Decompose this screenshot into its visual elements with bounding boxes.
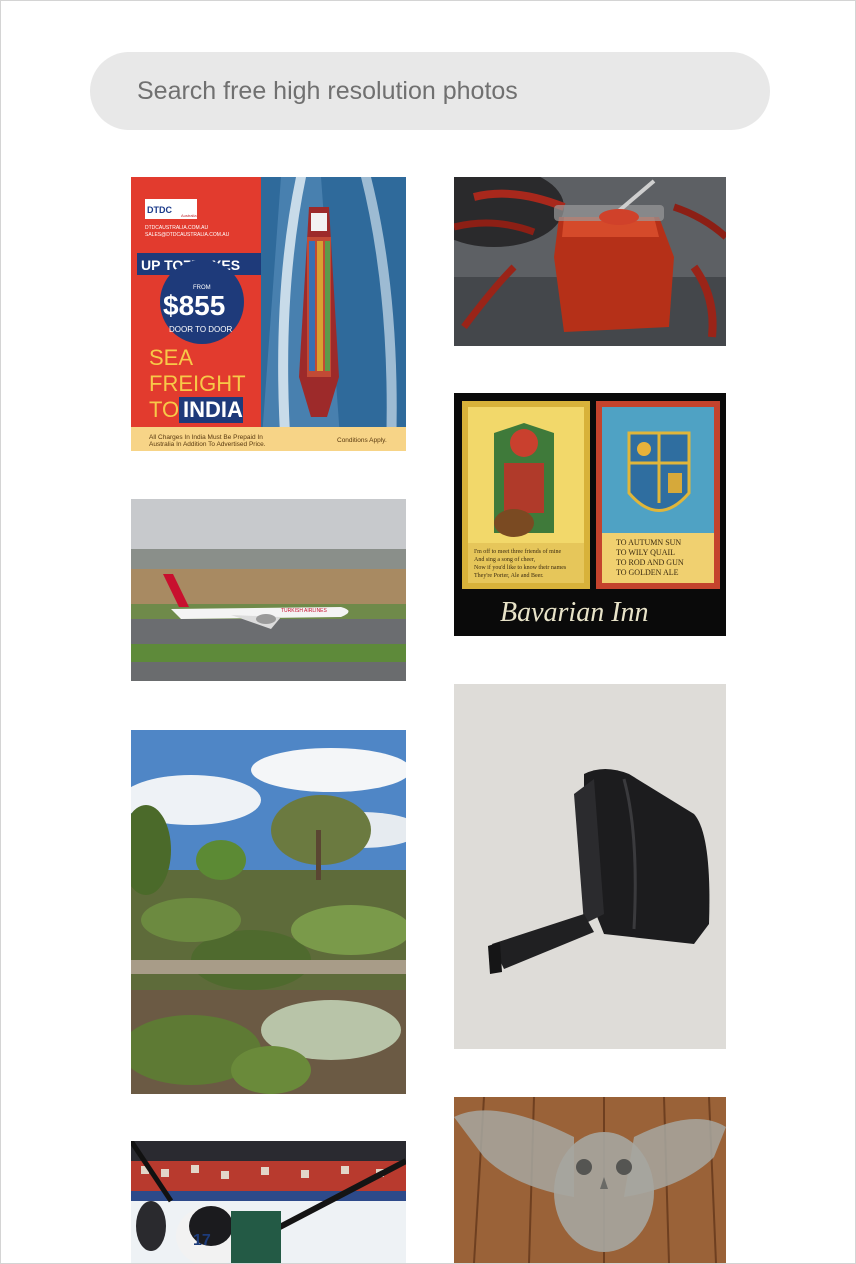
chili-jam-image — [454, 177, 726, 346]
left-verse-3: Now if you'd like to know their names — [474, 564, 567, 571]
ad-line1: DTDCAUSTRALIA.COM.AU — [145, 225, 208, 231]
right-verse-4: TO GOLDEN ALE — [616, 568, 679, 577]
search-input[interactable]: Search free high resolution photos — [90, 52, 770, 130]
left-verse-4: They're Porter, Ale and Beer. — [474, 573, 544, 579]
black-bracket-image — [454, 684, 726, 1049]
ad-india: INDIA — [183, 397, 243, 422]
left-verse-2: And sing a song of cheer, — [474, 556, 536, 563]
photo-shipping-ad[interactable]: DTDC Australia DTDCAUSTRALIA.COM.AU SALE… — [131, 177, 406, 451]
photo-bavarian-inn[interactable]: I'm off to meet three friends of mine An… — [454, 393, 726, 636]
photo-airplane[interactable]: TURKISH AIRLINES — [131, 499, 406, 681]
garden-image — [131, 730, 406, 1094]
right-verse-3: TO ROD AND GUN — [616, 558, 684, 567]
hockey-image: 17 — [131, 1141, 406, 1263]
ad-conditions: Conditions Apply. — [337, 437, 387, 444]
photo-garden[interactable] — [131, 730, 406, 1094]
ad-freight: FREIGHT — [149, 371, 246, 396]
ad-price: $855 — [163, 290, 225, 321]
plane-livery: TURKISH AIRLINES — [281, 608, 328, 614]
photo-chili-jam[interactable] — [454, 177, 726, 346]
ad-brand: DTDC — [147, 205, 172, 215]
bavarian-inn-caption: Bavarian Inn — [500, 597, 649, 628]
photo-hockey[interactable]: 17 — [131, 1141, 406, 1263]
ad-door: DOOR TO DOOR — [169, 325, 232, 334]
airplane-image: TURKISH AIRLINES — [131, 499, 406, 681]
right-verse-1: TO AUTUMN SUN — [616, 538, 681, 547]
right-verse-2: TO WILY QUAIL — [616, 548, 675, 557]
shipping-ad-image: DTDC Australia DTDCAUSTRALIA.COM.AU SALE… — [131, 177, 406, 451]
ad-brand-sub: Australia — [181, 213, 197, 218]
ad-line2: SALES@DTDCAUSTRALIA.COM.AU — [145, 232, 230, 238]
page-frame: Search free high resolution photos DTDC … — [0, 0, 856, 1264]
ad-sea: SEA — [149, 345, 193, 370]
left-verse-1: I'm off to meet three friends of mine — [474, 548, 561, 555]
hockey-jersey-number: 17 — [193, 1232, 211, 1249]
photo-wire-owl[interactable] — [454, 1097, 726, 1263]
ad-footer2: Australia In Addition To Advertised Pric… — [149, 441, 266, 448]
wire-owl-image — [454, 1097, 726, 1263]
ad-to: TO — [149, 397, 179, 422]
photo-black-bracket[interactable] — [454, 684, 726, 1049]
ad-footer1: All Charges In India Must Be Prepaid In — [149, 434, 263, 441]
search-placeholder: Search free high resolution photos — [137, 76, 518, 105]
bavarian-inn-image: I'm off to meet three friends of mine An… — [454, 393, 726, 636]
